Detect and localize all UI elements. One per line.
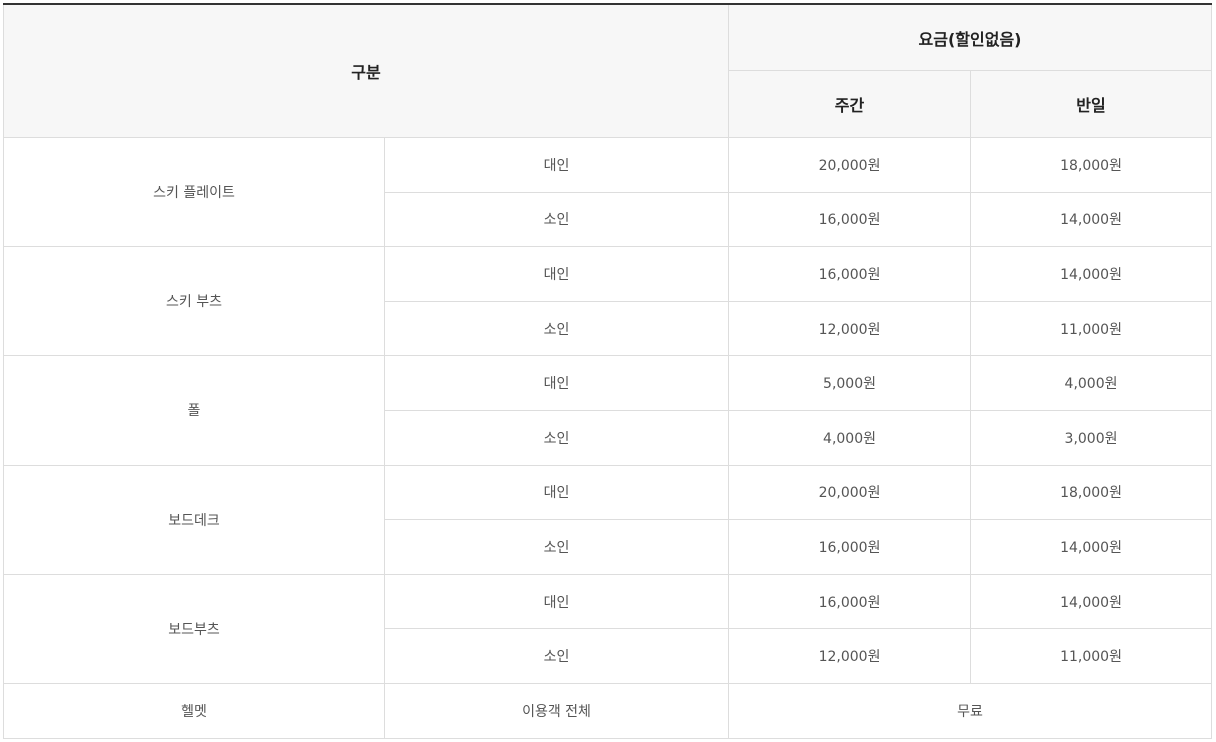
half-day-price: 18,000원 [970,137,1213,193]
item-name: 스키 플레이트 [3,136,385,248]
customer-type: 대인 [383,246,730,302]
header-category: 구분 [2,3,730,138]
half-day-price: 18,000원 [970,464,1213,521]
half-day-price: 11,000원 [970,628,1213,684]
customer-type: 대인 [383,355,730,411]
helmet-price: 무료 [728,682,1213,739]
half-day-price: 4,000원 [970,355,1213,411]
day-price: 16,000원 [728,191,972,248]
day-price: 16,000원 [728,519,972,575]
table-row: 보드부츠 대인 16,000원 14,000원 [3,573,1213,684]
table-row: 스키 부츠 대인 16,000원 14,000원 [3,246,1213,357]
helmet-target: 이용객 전체 [383,682,730,739]
item-name-helmet: 헬멧 [3,682,385,739]
customer-type: 대인 [383,137,730,193]
customer-type: 소인 [383,191,730,248]
item-name: 스키 부츠 [3,246,385,357]
day-price: 20,000원 [728,464,972,521]
day-price: 12,000원 [728,300,972,357]
day-price: 4,000원 [728,409,972,466]
half-day-price: 14,000원 [970,246,1213,302]
table-row: 폴 대인 5,000원 4,000원 [3,355,1213,466]
customer-type: 대인 [383,464,730,521]
half-day-price: 14,000원 [970,573,1213,630]
customer-type: 소인 [383,300,730,357]
table-body: 스키 플레이트 대인 20,000원 18,000원 소인 16,000원 14… [3,136,1213,739]
item-name: 보드부츠 [3,573,385,684]
day-price: 5,000원 [728,355,972,411]
header-day: 주간 [728,70,972,138]
rental-price-table: 구분 요금(할인없음) 주간 반일 스키 플레이트 대인 20,000원 18,… [2,3,1213,739]
customer-type: 소인 [383,628,730,684]
half-day-price: 3,000원 [970,409,1213,466]
header-half-day: 반일 [970,70,1213,138]
customer-type: 소인 [383,409,730,466]
header-price-group: 요금(할인없음) [728,3,1213,71]
customer-type: 소인 [383,519,730,575]
day-price: 16,000원 [728,573,972,630]
day-price: 16,000원 [728,246,972,302]
rental-price-table-container: 구분 요금(할인없음) 주간 반일 스키 플레이트 대인 20,000원 18,… [2,3,1213,739]
day-price: 20,000원 [728,137,972,193]
customer-type: 대인 [383,573,730,630]
table-row: 헬멧 이용객 전체 무료 [3,682,1213,739]
table-row: 스키 플레이트 대인 20,000원 18,000원 [3,136,1213,248]
item-name: 폴 [3,355,385,466]
table-row: 보드데크 대인 20,000원 18,000원 [3,464,1213,575]
table-header: 구분 요금(할인없음) 주간 반일 [2,3,1213,138]
half-day-price: 11,000원 [970,300,1213,357]
half-day-price: 14,000원 [970,519,1213,575]
half-day-price: 14,000원 [970,191,1213,248]
item-name: 보드데크 [3,464,385,575]
day-price: 12,000원 [728,628,972,684]
